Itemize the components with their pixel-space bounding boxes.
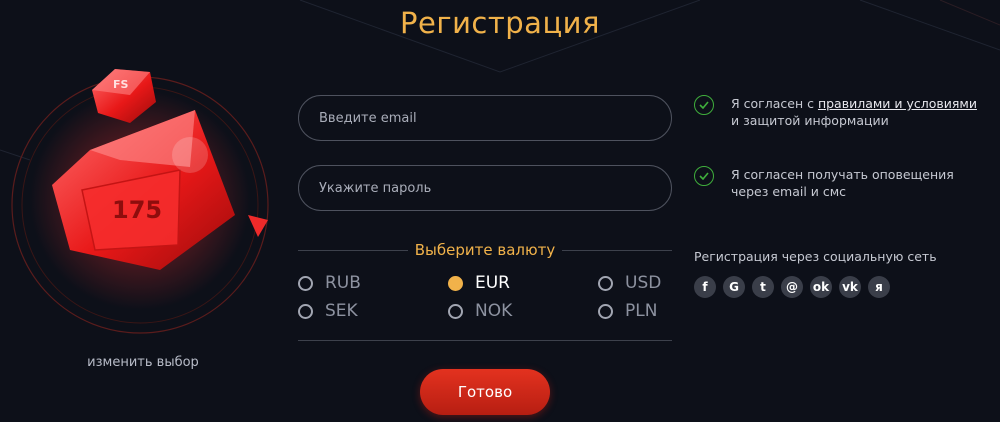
rules-link[interactable]: правилами и условиями	[818, 96, 977, 111]
notification-agreement[interactable]: Я согласен получать оповещения через ema…	[694, 166, 1000, 200]
page-title: Регистрация	[400, 6, 600, 40]
currency-label: NOK	[475, 301, 513, 321]
change-choice-link[interactable]: изменить выбор	[48, 355, 238, 370]
free-spins-badge: FS	[113, 78, 129, 91]
mailru-icon[interactable]: @	[781, 276, 803, 298]
rules-prefix: Я согласен с	[731, 96, 818, 111]
odnoklassniki-icon[interactable]: ok	[810, 276, 832, 298]
yandex-icon[interactable]: я	[868, 276, 890, 298]
google-icon[interactable]: G	[723, 276, 745, 298]
divider	[562, 250, 672, 251]
currency-option-sek[interactable]: SEK	[298, 301, 358, 321]
social-title: Регистрация через социальную сеть	[694, 249, 937, 264]
radio-icon	[298, 275, 313, 291]
currency-label: SEK	[325, 301, 358, 321]
currency-label: RUB	[325, 273, 361, 293]
currency-label: USD	[625, 273, 662, 293]
social-buttons: f G t @ ok vk я	[694, 276, 897, 298]
rules-agreement[interactable]: Я согласен с правилами и условиями и защ…	[694, 95, 1000, 129]
currency-label: PLN	[625, 301, 658, 321]
rules-suffix: и защитой информации	[731, 113, 889, 128]
email-input[interactable]	[298, 95, 672, 141]
radio-icon	[448, 303, 463, 319]
currency-option-nok[interactable]: NOK	[448, 301, 512, 321]
currency-header: Выберите валюту	[298, 240, 672, 260]
submit-button[interactable]: Готово	[420, 369, 550, 415]
divider	[298, 340, 672, 341]
notify-line1: Я согласен получать оповещения	[731, 167, 954, 182]
currency-option-eur[interactable]: EUR	[448, 273, 510, 293]
twitter-icon[interactable]: t	[752, 276, 774, 298]
radio-icon	[298, 303, 313, 319]
notification-agreement-text: Я согласен получать оповещения через ema…	[731, 166, 1000, 200]
radio-icon	[598, 303, 613, 319]
currency-option-usd[interactable]: USD	[598, 273, 661, 293]
rules-agreement-text: Я согласен с правилами и условиями и защ…	[731, 95, 1000, 129]
bonus-value: 175	[112, 196, 163, 224]
radio-icon	[598, 275, 613, 291]
vk-icon[interactable]: vk	[839, 276, 861, 298]
radio-selected-icon	[448, 275, 463, 291]
currency-label: EUR	[475, 273, 510, 293]
notify-line2: через email и смс	[731, 184, 847, 199]
checkmark-icon[interactable]	[694, 166, 714, 186]
facebook-icon[interactable]: f	[694, 276, 716, 298]
currency-option-rub[interactable]: RUB	[298, 273, 361, 293]
checkmark-icon[interactable]	[694, 95, 714, 115]
bonus-choice[interactable]: FS 175	[0, 55, 290, 355]
password-input[interactable]	[298, 165, 672, 211]
currency-option-pln[interactable]: PLN	[598, 301, 657, 321]
